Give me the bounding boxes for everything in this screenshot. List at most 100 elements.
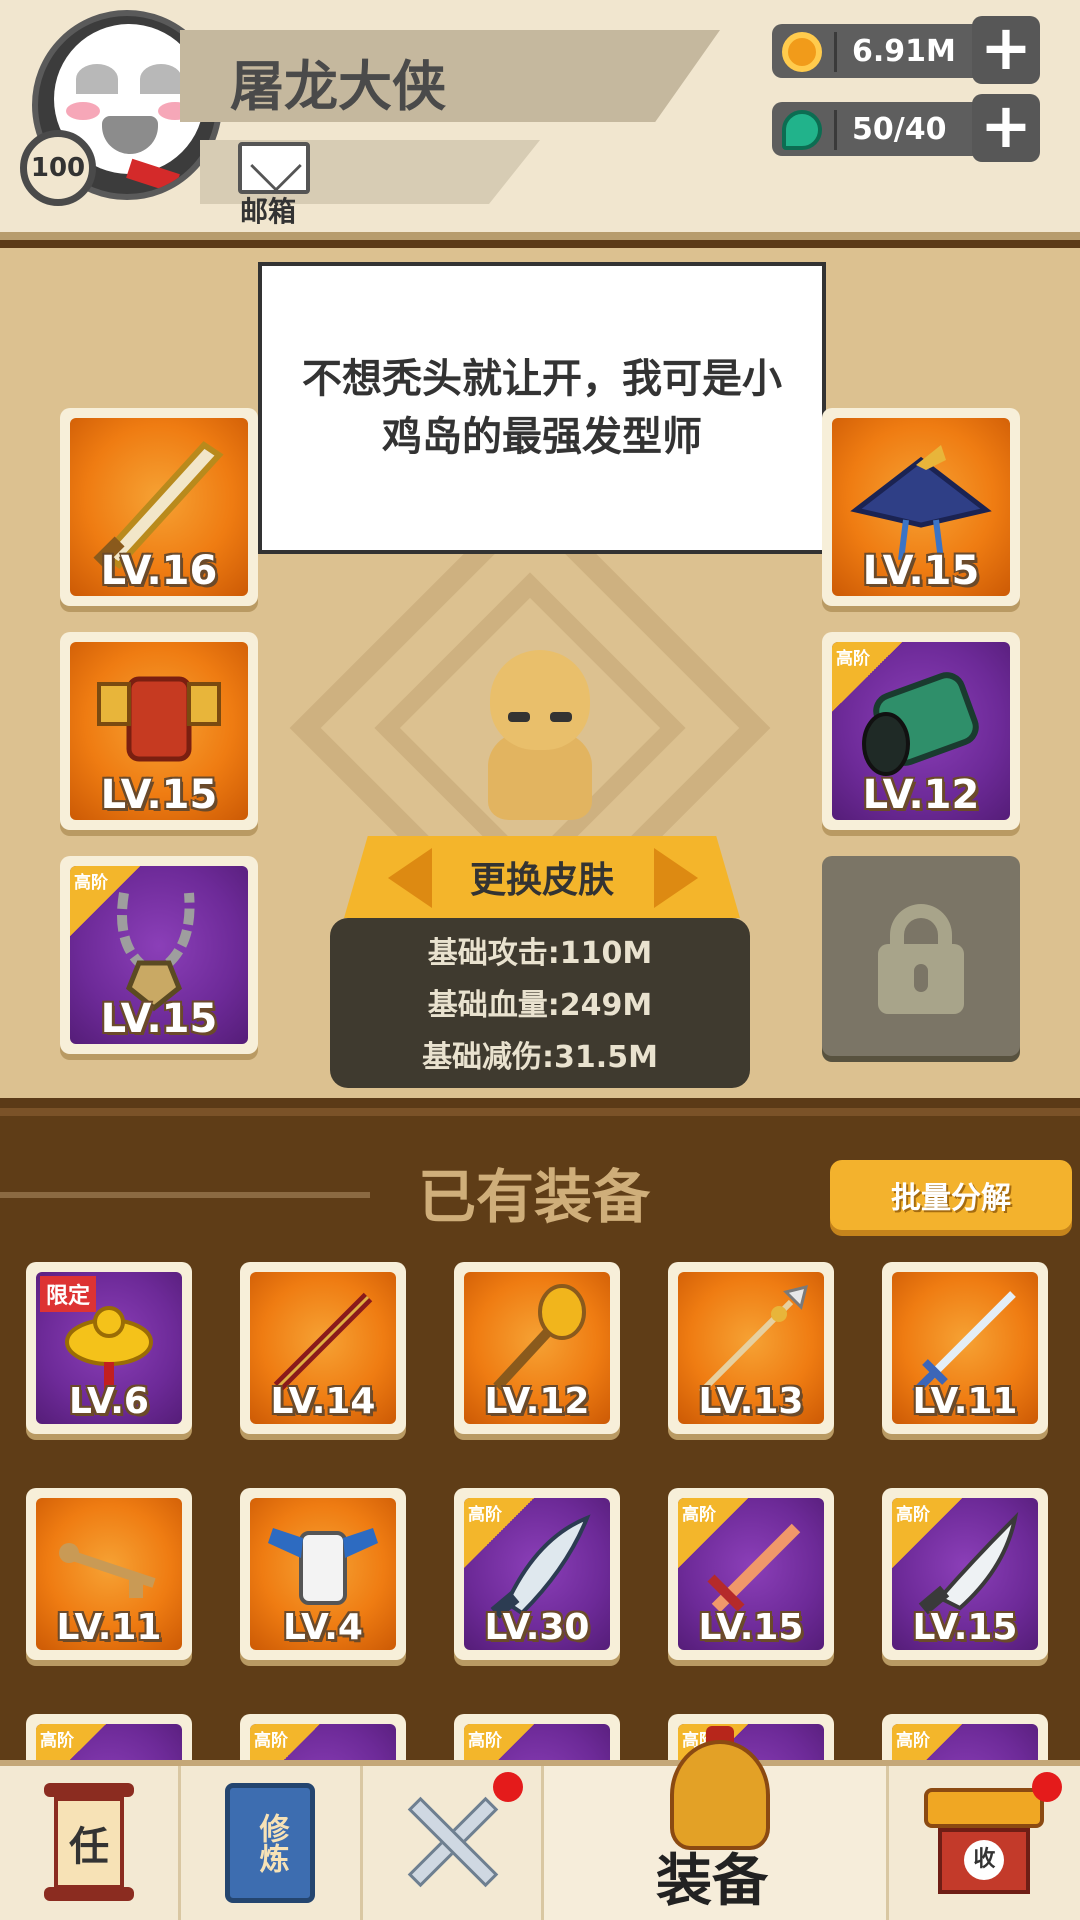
- rarity-tag-label: 高阶: [468, 1731, 502, 1751]
- item-level: LV.14: [270, 1381, 376, 1422]
- pet-eye: [508, 712, 530, 722]
- gem-icon: [782, 110, 822, 150]
- gem-bar: 50/40: [772, 102, 982, 156]
- divider: [834, 110, 837, 150]
- avatar-eye: [76, 64, 118, 94]
- inventory-item[interactable]: 限定 LV.6: [26, 1262, 192, 1434]
- slot-background: LV.13: [678, 1272, 824, 1424]
- notification-dot: [492, 1772, 523, 1802]
- nav-battle[interactable]: [363, 1766, 544, 1920]
- inventory-item[interactable]: 高阶 LV.30: [454, 1488, 620, 1660]
- pet-eye: [550, 712, 572, 722]
- slot-background: LV.16: [70, 418, 248, 596]
- inventory-item[interactable]: LV.12: [454, 1262, 620, 1434]
- stat-damage-reduction: 基础减伤:31.5M: [422, 1040, 658, 1075]
- pet-head: [490, 650, 590, 750]
- item-level: LV.12: [862, 772, 980, 818]
- slot-background: 高阶 LV.15: [892, 1498, 1038, 1650]
- scroll-paper: 任: [54, 1797, 125, 1889]
- item-level: LV.15: [100, 996, 218, 1042]
- gem-value: 50/40: [852, 112, 947, 147]
- slot-background: LV.15: [832, 418, 1010, 596]
- coin-counter: 6.91M +: [772, 16, 1040, 84]
- item-level: LV.15: [100, 772, 218, 818]
- add-gems-button[interactable]: +: [972, 94, 1040, 162]
- mail-label[interactable]: 邮箱: [240, 190, 296, 230]
- item-level: LV.30: [484, 1607, 590, 1648]
- equip-slot-armor[interactable]: LV.15: [60, 632, 258, 830]
- speech-bubble: 不想秃头就让开，我可是小鸡岛的最强发型师: [258, 262, 826, 554]
- mail-icon[interactable]: [238, 142, 310, 194]
- item-level: LV.4: [283, 1607, 363, 1648]
- slot-background: LV.15: [70, 642, 248, 820]
- item-level: LV.13: [698, 1381, 804, 1422]
- nav-equipment[interactable]: 装备: [543, 1726, 889, 1920]
- item-level: LV.15: [698, 1607, 804, 1648]
- item-level: LV.16: [100, 548, 218, 594]
- slot-background: 高阶 LV.30: [464, 1498, 610, 1650]
- equip-slot-bracer[interactable]: 高阶 LV.12: [822, 632, 1020, 830]
- item-level: LV.15: [912, 1607, 1018, 1648]
- helmet-icon: [669, 1740, 770, 1850]
- bulk-decompose-button[interactable]: 批量分解: [830, 1160, 1072, 1230]
- player-name: 屠龙大侠: [230, 55, 446, 118]
- inventory-item[interactable]: LV.11: [26, 1488, 192, 1660]
- rarity-tag-label: 高阶: [254, 1731, 288, 1751]
- top-bar: 100 屠龙大侠 邮箱 6.91M + 50/40 +: [0, 0, 1080, 240]
- bottom-nav: 任 修炼 装备 收: [0, 1726, 1080, 1920]
- scroll-rod: [44, 1783, 135, 1797]
- slot-background: 高阶 LV.15: [678, 1498, 824, 1650]
- inventory-item[interactable]: LV.4: [240, 1488, 406, 1660]
- inventory-item[interactable]: LV.13: [668, 1262, 834, 1434]
- slot-background: LV.14: [250, 1272, 396, 1424]
- scroll-icon: 任: [44, 1783, 135, 1903]
- item-level: LV.11: [56, 1607, 162, 1648]
- gem-counter: 50/40 +: [772, 94, 1040, 162]
- locked-slot[interactable]: [822, 856, 1020, 1056]
- add-coins-button[interactable]: +: [972, 16, 1040, 84]
- item-level: LV.15: [862, 548, 980, 594]
- inventory-item[interactable]: LV.14: [240, 1262, 406, 1434]
- avatar-mouth: [102, 116, 158, 154]
- item-level: LV.6: [69, 1381, 149, 1422]
- rarity-tag-label: 高阶: [896, 1731, 930, 1751]
- nav-shop[interactable]: 收: [889, 1766, 1080, 1920]
- equip-slot-necklace[interactable]: 高阶 LV.15: [60, 856, 258, 1054]
- inventory-item[interactable]: LV.11: [882, 1262, 1048, 1434]
- lock-keyhole: [914, 964, 928, 992]
- avatar-blush: [66, 102, 100, 120]
- slot-background: LV.11: [892, 1272, 1038, 1424]
- nav-equipment-label: 装备: [655, 1849, 768, 1914]
- equip-slot-weapon[interactable]: LV.16: [60, 408, 258, 606]
- notification-dot: [1032, 1772, 1062, 1802]
- equip-slot-hat[interactable]: LV.15: [822, 408, 1020, 606]
- pet-character[interactable]: [470, 620, 610, 820]
- owned-equipment-panel: 已有装备 批量分解: [0, 1108, 1080, 1768]
- divider: [0, 1192, 370, 1198]
- inventory-item[interactable]: 高阶 LV.15: [668, 1488, 834, 1660]
- nav-cultivate[interactable]: 修炼: [181, 1766, 363, 1920]
- coin-bar: 6.91M: [772, 24, 982, 78]
- slot-background: 高阶 LV.15: [70, 866, 248, 1044]
- slot-background: 限定 LV.6: [36, 1272, 182, 1424]
- divider: [834, 32, 837, 72]
- inventory-item[interactable]: 高阶 LV.15: [882, 1488, 1048, 1660]
- coin-icon: [782, 32, 822, 72]
- book-icon: 修炼: [225, 1783, 316, 1903]
- crossed-swords-icon: [392, 1783, 512, 1903]
- coin-value: 6.91M: [852, 34, 956, 69]
- item-level: LV.12: [484, 1381, 590, 1422]
- rarity-tag-label: 高阶: [40, 1731, 74, 1751]
- shop-house-icon: 收: [924, 1788, 1045, 1898]
- speech-text: 不想秃头就让开，我可是小鸡岛的最强发型师: [302, 356, 782, 460]
- change-skin-label: 更换皮肤: [469, 860, 614, 901]
- item-level: LV.11: [912, 1381, 1018, 1422]
- scroll-rod: [44, 1887, 135, 1901]
- avatar-eye: [140, 64, 182, 94]
- nav-tasks[interactable]: 任: [0, 1766, 182, 1920]
- slot-background: 高阶 LV.12: [832, 642, 1010, 820]
- base-stats-panel: 基础攻击:110M 基础血量:249M 基础减伤:31.5M: [330, 918, 750, 1088]
- stat-attack: 基础攻击:110M: [427, 936, 653, 971]
- slot-background: LV.11: [36, 1498, 182, 1650]
- section-title: 已有装备: [418, 1163, 651, 1231]
